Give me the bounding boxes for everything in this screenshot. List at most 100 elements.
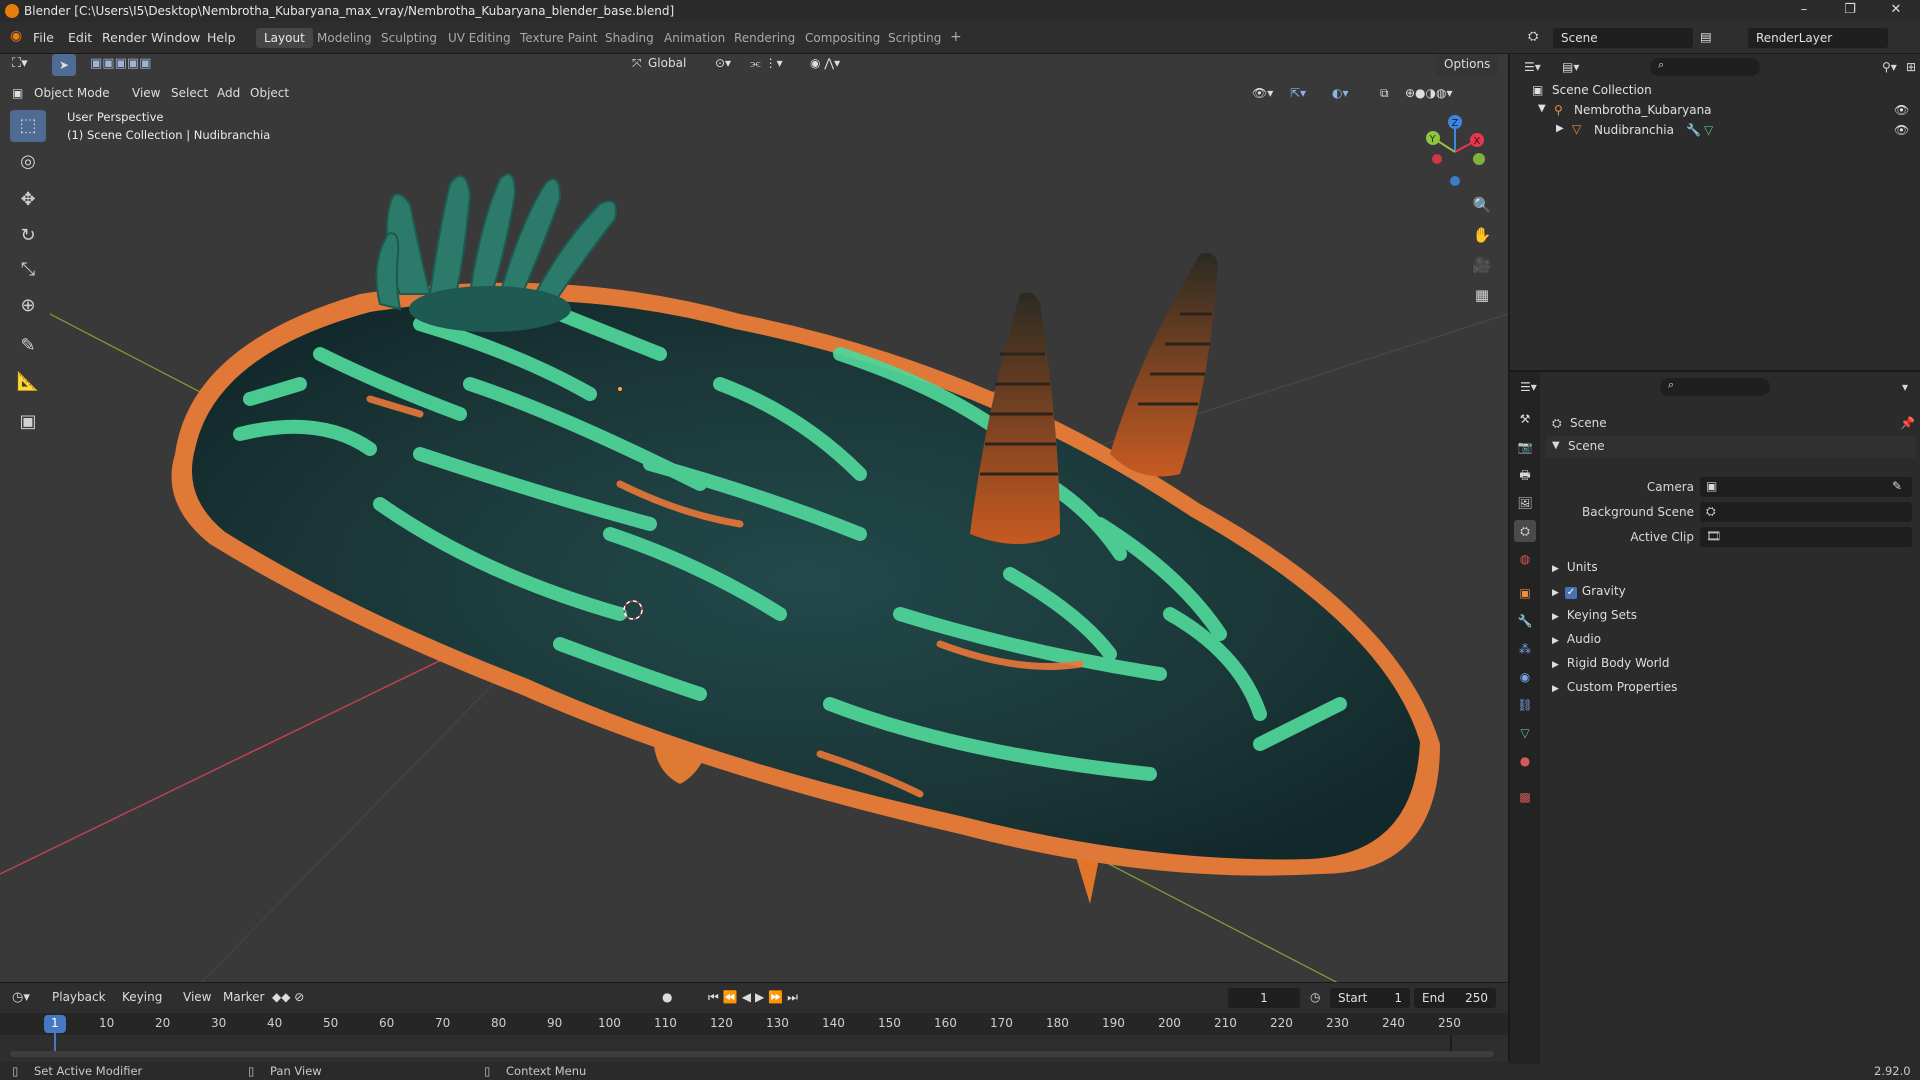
texture-tab-icon[interactable]: ▩	[1514, 786, 1536, 808]
transform-tool[interactable]: ⊕	[10, 290, 46, 322]
gravity-checkbox[interactable]: ✓	[1564, 587, 1577, 599]
current-frame-field[interactable]: 1	[1228, 988, 1300, 1008]
material-tab-icon[interactable]: ●	[1514, 750, 1536, 772]
scene-selector[interactable]: Scene	[1553, 28, 1693, 48]
units-panel[interactable]: ▶ Units	[1552, 560, 1598, 574]
tab-texture-paint[interactable]: Texture Paint	[512, 28, 605, 48]
cursor-tool[interactable]: ◎	[10, 146, 46, 178]
start-frame-field[interactable]: Start 1	[1330, 988, 1410, 1008]
properties-search-input[interactable]: ⌕	[1660, 378, 1770, 396]
outliner-row-nembrotha[interactable]: ▼ ⚲ Nembrotha_Kubaryana 👁	[1510, 100, 1920, 120]
minimize-button[interactable]: –	[1784, 2, 1824, 20]
menu-window[interactable]: Window	[151, 30, 200, 45]
record-icon[interactable]: ●	[662, 990, 672, 1004]
active-clip-field[interactable]: 🎞	[1700, 527, 1912, 547]
menu-add[interactable]: Add	[217, 86, 240, 100]
camera-view-icon[interactable]: 🎥	[1468, 252, 1496, 278]
transform-orientation-icon[interactable]: ⤧	[632, 56, 642, 71]
world-tab-icon[interactable]: ◍	[1514, 548, 1536, 570]
scene-tab-icon[interactable]: ⛭	[1514, 520, 1536, 542]
rigid-body-world-panel[interactable]: ▶ Rigid Body World	[1552, 656, 1669, 670]
new-collection-icon[interactable]: ⊞	[1906, 60, 1916, 74]
eye-icon[interactable]: 👁	[1894, 103, 1909, 117]
viewport-scene[interactable]	[0, 54, 1508, 982]
view-layer-icon[interactable]: ▤	[1700, 29, 1712, 44]
overlays-icon[interactable]: ◐▾	[1332, 86, 1349, 100]
eyedropper-icon[interactable]: ✎	[1892, 479, 1902, 493]
scene-panel-header[interactable]: ▼ Scene	[1546, 436, 1916, 458]
menu-object[interactable]: Object	[250, 86, 289, 100]
preview-range-icon[interactable]: ◷	[1310, 990, 1320, 1004]
tab-rendering[interactable]: Rendering	[726, 28, 803, 48]
rotate-tool[interactable]: ↻	[10, 220, 46, 252]
menu-edit[interactable]: Edit	[68, 30, 92, 45]
add-cube-tool[interactable]: ▣	[10, 406, 46, 438]
gravity-panel[interactable]: ▶ ✓ Gravity	[1552, 584, 1626, 599]
tab-modeling[interactable]: Modeling	[309, 28, 380, 48]
tab-shading[interactable]: Shading	[597, 28, 662, 48]
outliner[interactable]: ☰▾ ▤▾ ⌕ ⚲▾ ⊞ ▣ Scene Collection ▼ ⚲ Nemb…	[1508, 54, 1920, 370]
maximize-button[interactable]: ❐	[1830, 2, 1870, 20]
particles-tab-icon[interactable]: ⁂	[1514, 638, 1536, 660]
menu-marker[interactable]: Marker	[223, 990, 264, 1004]
properties-editor-icon[interactable]: ☰▾	[1520, 380, 1537, 394]
audio-panel[interactable]: ▶ Audio	[1552, 632, 1601, 646]
outliner-editor-icon[interactable]: ☰▾	[1524, 60, 1541, 74]
measure-tool[interactable]: 📐	[10, 366, 46, 398]
data-tab-icon[interactable]: ▽	[1514, 722, 1536, 744]
properties-options-icon[interactable]: ▾	[1902, 380, 1908, 394]
properties-editor[interactable]: ⚒ 📷 🖶 🖼 ⛭ ◍ ▣ 🔧 ⁂ ◉ ⛓ ▽ ● ▩ ☰▾ ⌕ ▾ ⛭ Sce…	[1508, 370, 1920, 1064]
proportional-edit-icon[interactable]: ◉ ⋀▾	[810, 56, 840, 70]
outliner-search-input[interactable]: ⌕	[1650, 58, 1760, 76]
pin-icon[interactable]: 📌	[1900, 416, 1915, 430]
outliner-row-nudibranchia[interactable]: ▶ ▽ Nudibranchia 🔧 ▽ 👁	[1510, 120, 1920, 140]
expand-arrow-icon[interactable]: ▶	[1556, 123, 1564, 134]
modifier-tab-icon[interactable]: 🔧	[1514, 610, 1536, 632]
expand-arrow-icon[interactable]: ▼	[1538, 103, 1546, 114]
output-tab-icon[interactable]: 🖶	[1514, 464, 1536, 486]
menu-render[interactable]: Render	[102, 30, 147, 45]
constraints-tab-icon[interactable]: ⛓	[1514, 694, 1536, 716]
visibility-icon[interactable]: 👁▾	[1252, 86, 1273, 100]
render-tab-icon[interactable]: 📷	[1514, 436, 1536, 458]
editor-type-icon[interactable]: ⛶▾	[12, 56, 28, 71]
custom-properties-panel[interactable]: ▶ Custom Properties	[1552, 680, 1677, 694]
menu-view[interactable]: View	[132, 86, 160, 100]
mode-dropdown[interactable]: Object Mode	[34, 86, 110, 100]
scale-tool[interactable]: ⤡	[10, 254, 46, 286]
options-dropdown[interactable]: Options	[1436, 54, 1499, 76]
3d-viewport[interactable]: ⛶▾ ➤ ▣▣▣▣▣ ⤧ Global ⊙▾ ⫘ ⋮▾ ◉ ⋀▾ Options…	[0, 54, 1508, 982]
display-mode-icon[interactable]: ▤▾	[1562, 60, 1579, 74]
playback-controls-icon[interactable]: ⏮⏪◀▶⏩⏭	[708, 990, 802, 1005]
outliner-row-scene-collection[interactable]: ▣ Scene Collection	[1510, 80, 1920, 100]
snap-icon[interactable]: ⫘ ⋮▾	[750, 56, 783, 71]
filter-icon[interactable]: ⚲▾	[1882, 60, 1897, 74]
tab-scripting[interactable]: Scripting	[880, 28, 949, 48]
shading-modes-icon[interactable]: ⊕●◑◍▾	[1405, 86, 1453, 100]
menu-help[interactable]: Help	[207, 30, 236, 45]
pivot-point-icon[interactable]: ⊙▾	[715, 56, 731, 70]
menu-timeline-view[interactable]: View	[183, 990, 211, 1004]
object-tab-icon[interactable]: ▣	[1514, 582, 1536, 604]
close-button[interactable]: ✕	[1876, 2, 1916, 20]
tab-sculpting[interactable]: Sculpting	[373, 28, 445, 48]
timeline-scrollbar[interactable]	[10, 1051, 1494, 1057]
end-frame-field[interactable]: End 250	[1414, 988, 1496, 1008]
menu-keying[interactable]: Keying	[122, 990, 162, 1004]
timeline-editor-icon[interactable]: ◷▾	[12, 990, 30, 1005]
physics-tab-icon[interactable]: ◉	[1514, 666, 1536, 688]
tab-animation[interactable]: Animation	[656, 28, 733, 48]
tab-compositing[interactable]: Compositing	[797, 28, 888, 48]
menu-file[interactable]: File	[33, 30, 54, 45]
background-scene-field[interactable]: ⛭	[1700, 502, 1912, 522]
camera-field[interactable]: ▣ ✎	[1700, 477, 1912, 497]
mesh-data-icon[interactable]: ▽	[1704, 123, 1713, 137]
keying-sets-panel[interactable]: ▶ Keying Sets	[1552, 608, 1637, 622]
add-workspace-button[interactable]: +	[942, 26, 970, 46]
tab-layout[interactable]: Layout	[256, 28, 313, 48]
view-layer-selector[interactable]: RenderLayer	[1748, 28, 1888, 48]
view-layer-tab-icon[interactable]: 🖼	[1514, 492, 1536, 514]
modifier-wrench-icon[interactable]: 🔧	[1686, 123, 1701, 137]
ortho-grid-icon[interactable]: ▦	[1468, 282, 1496, 308]
zoom-icon[interactable]: 🔍	[1468, 192, 1496, 218]
